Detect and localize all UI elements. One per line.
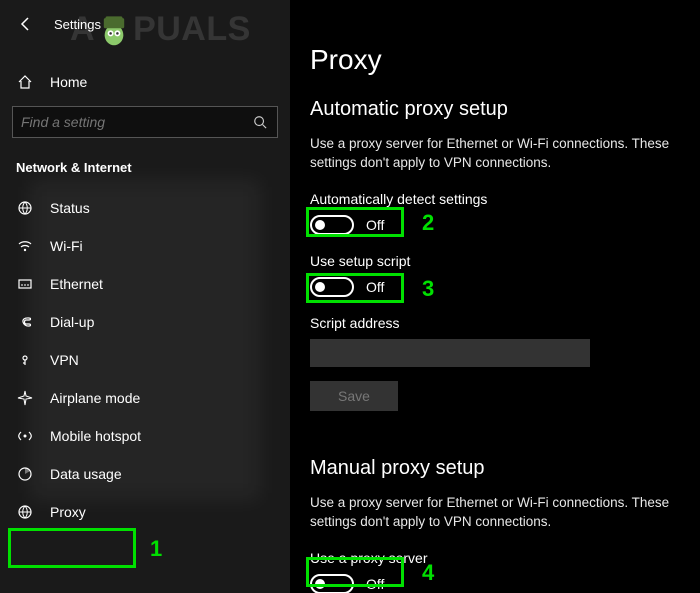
sidebar-category: Network & Internet (0, 138, 290, 189)
manual-section-title: Manual proxy setup (310, 457, 700, 480)
arrow-left-icon (18, 16, 34, 32)
sidebar-item-label: Airplane mode (50, 390, 140, 406)
auto-detect-state: Off (366, 217, 384, 233)
window-title: Settings (54, 17, 101, 32)
sidebar-item-label: Wi-Fi (50, 238, 83, 254)
wifi-icon (16, 238, 34, 254)
sidebar-home[interactable]: Home (0, 64, 290, 100)
manual-use-label: Use a proxy server (310, 550, 700, 566)
sidebar-item-dialup[interactable]: Dial-up (0, 303, 290, 341)
hotspot-icon (16, 428, 34, 444)
ethernet-icon (16, 276, 34, 292)
sidebar-item-label: Proxy (50, 504, 86, 520)
data-icon (16, 466, 34, 482)
manual-use-toggle[interactable] (310, 574, 354, 593)
auto-detect-toggle[interactable] (310, 215, 354, 235)
search-icon (251, 115, 269, 129)
proxy-icon (16, 504, 34, 520)
sidebar-item-airplane[interactable]: Airplane mode (0, 379, 290, 417)
back-button[interactable] (16, 14, 36, 34)
settings-content: Proxy Automatic proxy setup Use a proxy … (290, 0, 700, 593)
sidebar-item-label: Mobile hotspot (50, 428, 141, 444)
settings-sidebar: A PUALS Settings Home (0, 0, 290, 593)
sidebar-home-label: Home (50, 74, 87, 90)
sidebar-item-hotspot[interactable]: Mobile hotspot (0, 417, 290, 455)
script-address-label: Script address (310, 315, 700, 331)
auto-detect-label: Automatically detect settings (310, 191, 700, 207)
search-input[interactable] (21, 114, 251, 130)
sidebar-item-label: Status (50, 200, 90, 216)
airplane-icon (16, 390, 34, 406)
sidebar-item-wifi[interactable]: Wi-Fi (0, 227, 290, 265)
sidebar-item-proxy[interactable]: Proxy (0, 493, 290, 531)
search-box[interactable] (12, 106, 278, 138)
save-button[interactable]: Save (310, 381, 398, 411)
sidebar-item-vpn[interactable]: VPN (0, 341, 290, 379)
script-address-input[interactable] (310, 339, 590, 367)
setup-script-toggle[interactable] (310, 277, 354, 297)
setup-script-state: Off (366, 279, 384, 295)
page-title: Proxy (310, 44, 700, 76)
manual-section-desc: Use a proxy server for Ethernet or Wi-Fi… (310, 494, 690, 532)
vpn-icon (16, 352, 34, 368)
sidebar-item-status[interactable]: Status (0, 189, 290, 227)
sidebar-item-label: Data usage (50, 466, 122, 482)
sidebar-item-data[interactable]: Data usage (0, 455, 290, 493)
setup-script-label: Use setup script (310, 253, 700, 269)
auto-section-title: Automatic proxy setup (310, 98, 700, 121)
auto-section-desc: Use a proxy server for Ethernet or Wi-Fi… (310, 135, 690, 173)
sidebar-item-label: VPN (50, 352, 79, 368)
dialup-icon (16, 314, 34, 330)
home-icon (16, 74, 34, 90)
sidebar-item-label: Ethernet (50, 276, 103, 292)
sidebar-item-ethernet[interactable]: Ethernet (0, 265, 290, 303)
sidebar-item-label: Dial-up (50, 314, 94, 330)
status-icon (16, 200, 34, 216)
manual-use-state: Off (366, 576, 384, 592)
